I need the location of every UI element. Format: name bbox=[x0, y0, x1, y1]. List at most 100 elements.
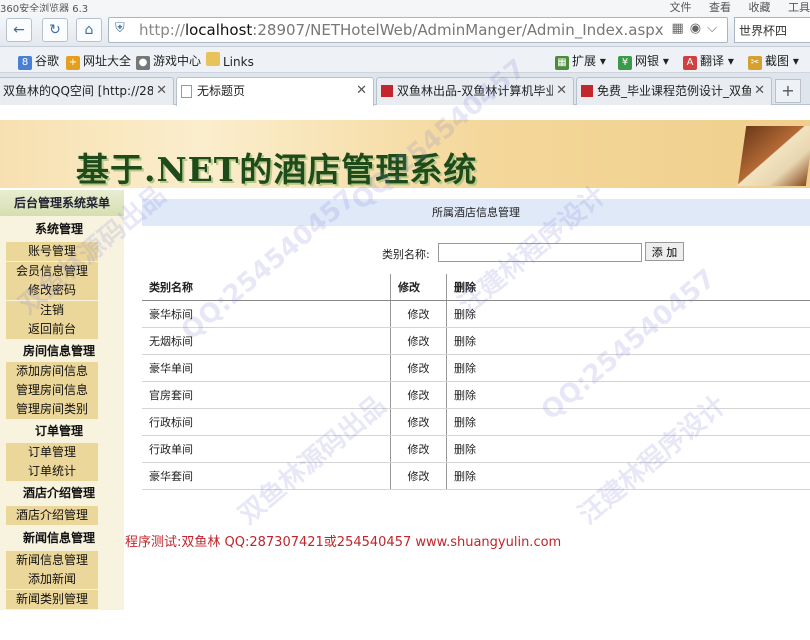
delete-link[interactable]: 删除 bbox=[446, 327, 810, 355]
tab-bar: 双鱼林的QQ空间 [http://287307421.qzone.qq.com]… bbox=[0, 73, 810, 106]
table-row: 无烟标间 修改 删除 bbox=[142, 327, 810, 355]
delete-link[interactable]: 删除 bbox=[446, 435, 810, 463]
table-row: 豪华套间 修改 删除 bbox=[142, 462, 810, 490]
folder-icon bbox=[206, 52, 220, 66]
edit-link[interactable]: 修改 bbox=[390, 435, 447, 463]
table-header-row: 类别名称 修改 删除 bbox=[142, 274, 810, 301]
favorites-bar: 8 谷歌 + 网址大全 ● 游戏中心 Links ▦ 扩展 ▾ ¥ 网银 ▾ A 翻译 ▾ … bbox=[0, 47, 810, 73]
fav-links[interactable]: Links bbox=[206, 52, 254, 69]
google-icon: 8 bbox=[18, 56, 32, 70]
edit-link[interactable]: 修改 bbox=[390, 327, 447, 355]
close-icon[interactable]: ✕ bbox=[754, 78, 765, 104]
address-icons[interactable]: ▦◉⌵ bbox=[672, 21, 723, 36]
table-row: 行政单间 修改 删除 bbox=[142, 435, 810, 463]
security-shield-icon: ⛨ bbox=[115, 21, 125, 36]
sidebar-item-frontend[interactable]: 返回前台 bbox=[6, 320, 98, 339]
sidebar-item-room-types[interactable]: 管理房间类别 bbox=[6, 400, 98, 419]
ext-button[interactable]: ▦ 扩展 ▾ bbox=[555, 52, 606, 70]
translate-button[interactable]: A 翻译 ▾ bbox=[683, 52, 734, 70]
banner-title: 基于.NET的酒店管理系统 bbox=[76, 150, 478, 188]
browser-title: 360安全浏览器 6.3 bbox=[0, 4, 89, 12]
edit-link[interactable]: 修改 bbox=[390, 300, 447, 328]
tab-shuangyulin[interactable]: 双鱼林出品-双鱼林计算机毕业设计 ✕ bbox=[376, 77, 574, 105]
section-news: 新闻信息管理 bbox=[22, 531, 95, 545]
edit-link[interactable]: 修改 bbox=[390, 354, 447, 382]
sidebar-item-news[interactable]: 新闻信息管理 bbox=[6, 551, 98, 570]
back-arrow-icon[interactable]: ← bbox=[6, 18, 32, 42]
sidebar-item-hotel-intro[interactable]: 酒店介绍管理 bbox=[6, 506, 98, 525]
close-icon[interactable]: ✕ bbox=[356, 78, 367, 104]
category-cell: 官房套间 bbox=[142, 381, 391, 409]
section-hotel-intro: 酒店介绍管理 bbox=[22, 486, 95, 500]
banner-photo bbox=[737, 126, 810, 186]
new-tab-plus-icon[interactable]: + bbox=[775, 79, 801, 103]
delete-link[interactable]: 删除 bbox=[446, 408, 810, 436]
tab-free-design[interactable]: 免费_毕业课程范例设计_双鱼林 ✕ bbox=[576, 77, 772, 105]
table-row: 官房套间 修改 删除 bbox=[142, 381, 810, 409]
edit-link[interactable]: 修改 bbox=[390, 381, 447, 409]
table-row: 豪华标间 修改 删除 bbox=[142, 300, 810, 328]
bank-button[interactable]: ¥ 网银 ▾ bbox=[618, 52, 669, 70]
browser-menu: 文件 查看 收藏 工具 bbox=[656, 0, 810, 12]
edit-link[interactable]: 修改 bbox=[390, 408, 447, 436]
search-placeholder: 世界杯四 bbox=[739, 24, 788, 38]
sidebar-item-news-types[interactable]: 新闻类别管理 bbox=[6, 590, 98, 609]
footer-credit: 程序测试:双鱼林 QQ:287307421或254540457 www.shua… bbox=[125, 535, 562, 550]
screenshot-button[interactable]: ✂ 截图 ▾ bbox=[748, 52, 799, 70]
panel-title: 所属酒店信息管理 bbox=[142, 199, 810, 226]
sidebar-item-add-news[interactable]: 添加新闻 bbox=[6, 570, 98, 589]
sidebar-title: 后台管理系统菜单 bbox=[0, 190, 124, 216]
home-icon[interactable]: ⌂ bbox=[76, 18, 102, 42]
delete-link[interactable]: 删除 bbox=[446, 354, 810, 382]
site-icon: + bbox=[66, 56, 80, 70]
edit-link[interactable]: 修改 bbox=[390, 462, 447, 490]
category-cell: 无烟标间 bbox=[142, 327, 391, 355]
sidebar-item-accounts[interactable]: 账号管理 bbox=[6, 242, 98, 261]
address-bar[interactable]: ⛨ http://localhost:28907/NETHotelWeb/Adm… bbox=[108, 17, 728, 43]
sidebar-item-members[interactable]: 会员信息管理 bbox=[6, 262, 98, 281]
close-icon[interactable]: ✕ bbox=[556, 78, 567, 104]
refresh-icon[interactable]: ↻ bbox=[42, 18, 68, 42]
delete-link[interactable]: 删除 bbox=[446, 300, 810, 328]
menu-file[interactable]: 文件 bbox=[670, 1, 692, 12]
admin-sidebar: 后台管理系统菜单 系统管理 账号管理 会员信息管理 修改密码 注销 返回前台 房… bbox=[0, 190, 124, 610]
sidebar-item-change-password[interactable]: 修改密码 bbox=[6, 281, 98, 300]
sidebar-item-order-stats[interactable]: 订单统计 bbox=[6, 462, 98, 481]
sidebar-item-manage-rooms[interactable]: 管理房间信息 bbox=[6, 381, 98, 400]
col-delete: 删除 bbox=[446, 274, 810, 301]
category-name-input[interactable] bbox=[438, 243, 642, 262]
section-rooms: 房间信息管理 bbox=[22, 344, 95, 358]
sidebar-item-orders[interactable]: 订单管理 bbox=[6, 443, 98, 462]
col-edit: 修改 bbox=[390, 274, 447, 301]
fav-google[interactable]: 8 谷歌 bbox=[18, 52, 59, 70]
category-cell: 豪华单间 bbox=[142, 354, 391, 382]
sidebar-item-logout[interactable]: 注销 bbox=[6, 301, 98, 320]
url-text[interactable]: http://localhost:28907/NETHotelWeb/Admin… bbox=[139, 21, 664, 39]
section-orders: 订单管理 bbox=[34, 424, 83, 438]
fav-games[interactable]: ● 游戏中心 bbox=[136, 52, 201, 70]
menu-view[interactable]: 查看 bbox=[709, 1, 731, 12]
menu-tools[interactable]: 工具 bbox=[788, 1, 810, 12]
close-icon[interactable]: ✕ bbox=[156, 78, 167, 104]
delete-link[interactable]: 删除 bbox=[446, 462, 810, 490]
category-table: 类别名称 修改 删除 豪华标间 修改 删除 无烟标间 修改 删除 豪华单间 修改… bbox=[142, 274, 810, 490]
sidebar-item-add-room[interactable]: 添加房间信息 bbox=[6, 362, 98, 381]
category-cell: 豪华套间 bbox=[142, 462, 391, 490]
extension-icon: ▦ bbox=[555, 56, 569, 70]
fav-sites[interactable]: + 网址大全 bbox=[66, 52, 131, 70]
add-button[interactable]: 添 加 bbox=[645, 242, 684, 261]
category-name-label: 类别名称: bbox=[382, 248, 430, 261]
tab-qzone[interactable]: 双鱼林的QQ空间 [http://287307421.qzone.qq.com]… bbox=[0, 77, 174, 105]
bank-icon: ¥ bbox=[618, 56, 632, 70]
section-system: 系统管理 bbox=[34, 222, 83, 236]
menu-favorites[interactable]: 收藏 bbox=[749, 1, 771, 12]
translate-icon: A bbox=[683, 56, 697, 70]
delete-link[interactable]: 删除 bbox=[446, 381, 810, 409]
page-icon bbox=[181, 85, 192, 98]
tab-untitled[interactable]: 无标题页 ✕ bbox=[176, 77, 374, 106]
category-cell: 行政标间 bbox=[142, 408, 391, 436]
scissors-icon: ✂ bbox=[748, 56, 762, 70]
navigation-bar: ← ↻ ⌂ ⛨ http://localhost:28907/NETHotelW… bbox=[0, 12, 810, 47]
search-box[interactable]: 世界杯四 bbox=[734, 17, 810, 43]
col-category-name: 类别名称 bbox=[142, 274, 391, 301]
